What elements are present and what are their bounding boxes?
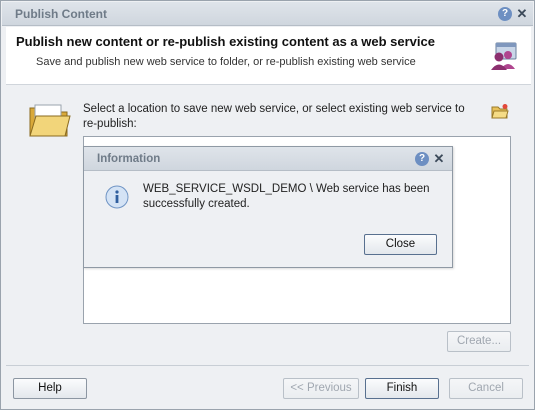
window-title: Publish Content — [15, 7, 107, 21]
modal-close-icon[interactable]: ✕ — [432, 152, 446, 166]
cancel-button[interactable]: Cancel — [449, 378, 523, 399]
header-subtitle: Save and publish new web service to fold… — [36, 56, 416, 68]
modal-message: WEB_SERVICE_WSDL_DEMO \ Web service has … — [143, 183, 430, 210]
create-button[interactable]: Create... — [447, 331, 511, 352]
wizard-header: Publish new content or re-publish existi… — [6, 27, 531, 85]
users-icon — [491, 42, 517, 70]
close-icon[interactable]: ✕ — [515, 7, 529, 21]
new-folder-icon[interactable] — [491, 103, 509, 119]
header-title: Publish new content or re-publish existi… — [16, 34, 435, 49]
information-modal: Information ? ✕ WEB_SERVICE_WSDL_DEMO \ … — [83, 146, 453, 268]
help-button[interactable]: Help — [13, 378, 87, 399]
previous-button[interactable]: << Previous — [283, 378, 359, 399]
footer-separator — [6, 365, 529, 366]
folder-icon — [29, 104, 71, 137]
modal-titlebar: Information ? ✕ — [84, 147, 452, 171]
modal-close-button[interactable]: Close — [364, 234, 437, 255]
info-icon — [105, 185, 129, 209]
help-icon[interactable]: ? — [498, 7, 512, 21]
location-instruction: Select a location to save new web servic… — [83, 103, 465, 130]
finish-button[interactable]: Finish — [365, 378, 439, 399]
modal-title: Information — [97, 153, 161, 165]
publish-content-dialog: Publish Content ? ✕ Publish new content … — [0, 0, 535, 410]
window-titlebar: Publish Content ? ✕ — [2, 2, 533, 26]
modal-help-icon[interactable]: ? — [415, 152, 429, 166]
